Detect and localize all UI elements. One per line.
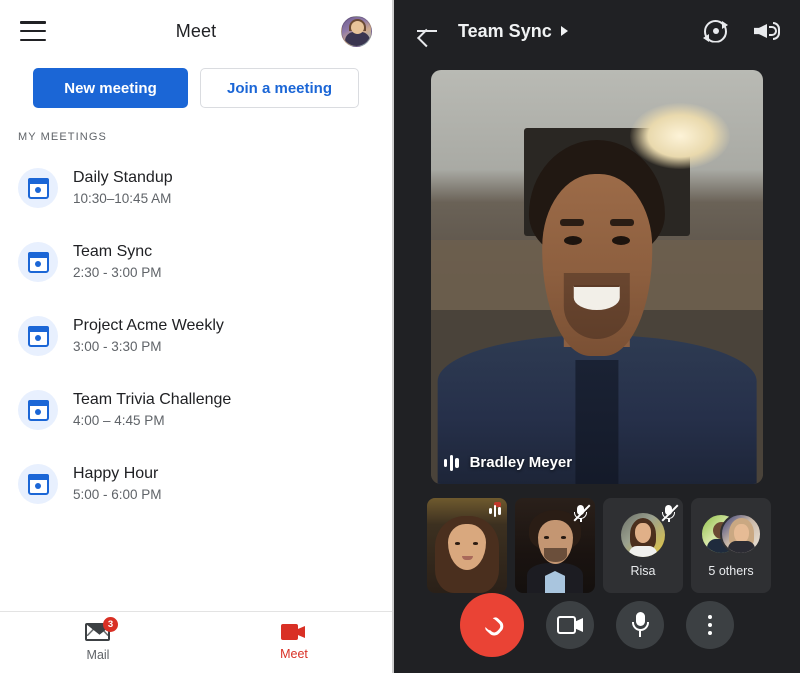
camera-toggle-button[interactable] [546,601,594,649]
microphone-icon [631,612,649,638]
calendar-icon [18,316,58,356]
participant-tiles: Risa 5 others [394,484,800,593]
more-options-button[interactable] [686,601,734,649]
main-video-tile[interactable]: Bradley Meyer [431,70,763,484]
list-item[interactable]: Daily Standup 10:30–10:45 AM [0,151,392,225]
avatar-stack [700,513,762,557]
meeting-title: Project Acme Weekly [73,316,224,334]
participant-tile[interactable]: Risa [603,498,683,593]
calendar-icon [18,464,58,504]
call-header: Team Sync [394,0,800,62]
meeting-title: Team Sync [73,242,153,260]
participant-name-chip: Bradley Meyer [444,454,572,471]
meeting-time: 5:00 - 6:00 PM [73,487,162,503]
new-meeting-button[interactable]: New meeting [33,68,188,108]
caret-right-icon[interactable] [560,26,568,36]
home-header: Meet [0,0,392,62]
meeting-title: Daily Standup [73,168,173,186]
list-item[interactable]: Happy Hour 5:00 - 6:00 PM [0,447,392,521]
meeting-time: 4:00 – 4:45 PM [73,413,165,429]
participant-name: Risa [630,564,656,578]
call-controls [394,593,800,673]
avatar[interactable] [341,15,372,47]
video-camera-icon [281,624,305,640]
participant-name: Bradley Meyer [469,454,573,471]
nav-item-meet[interactable]: Meet [196,612,392,673]
calendar-icon [18,390,58,430]
avatar [621,513,665,557]
list-item[interactable]: Team Trivia Challenge 4:00 – 4:45 PM [0,373,392,447]
bottom-navigation: 3 Mail Meet [0,611,392,673]
audio-level-icon [489,504,501,517]
more-vertical-icon [707,614,713,636]
meet-home-panel: Meet New meeting Join a meeting MY MEETI… [0,0,394,673]
mail-badge: 3 [103,617,118,632]
nav-label-mail: Mail [86,648,110,662]
participant-tile[interactable] [427,498,507,593]
page-title: Meet [175,20,217,41]
video-camera-icon [557,616,583,634]
calendar-icon [18,168,58,208]
end-call-button[interactable] [460,593,524,657]
nav-item-mail[interactable]: 3 Mail [0,612,196,673]
avatar [720,513,762,555]
meeting-time: 3:00 - 3:30 PM [73,339,162,355]
meeting-time: 10:30–10:45 AM [73,191,172,207]
participant-tile[interactable] [515,498,595,593]
in-call-panel: Team Sync Bradley Meyer Risa 5 others [394,0,800,673]
my-meetings-label: MY MEETINGS [18,131,107,143]
call-title: Team Sync [458,20,552,41]
nav-label-meet: Meet [280,647,308,661]
calendar-icon [18,242,58,282]
back-arrow-icon[interactable] [414,18,440,44]
flip-camera-icon[interactable] [703,19,728,44]
hamburger-menu-icon[interactable] [20,21,46,41]
meeting-time: 2:30 - 3:00 PM [73,265,162,281]
others-count-label: 5 others [708,564,754,578]
participant-tile-overflow[interactable]: 5 others [691,498,771,593]
meeting-title: Happy Hour [73,464,159,482]
app-screen: Meet New meeting Join a meeting MY MEETI… [0,0,800,673]
join-meeting-button[interactable]: Join a meeting [200,68,359,108]
speaker-icon[interactable] [754,20,780,42]
meetings-list: Daily Standup 10:30–10:45 AM Team Sync 2… [0,149,392,611]
audio-level-icon [444,454,459,471]
meeting-title: Team Trivia Challenge [73,390,232,408]
list-item[interactable]: Team Sync 2:30 - 3:00 PM [0,225,392,299]
mic-muted-icon [572,504,591,523]
hangup-icon [469,602,514,647]
mic-muted-icon [660,504,679,523]
action-buttons: New meeting Join a meeting [0,62,392,108]
list-item[interactable]: Project Acme Weekly 3:00 - 3:30 PM [0,299,392,373]
microphone-toggle-button[interactable] [616,601,664,649]
